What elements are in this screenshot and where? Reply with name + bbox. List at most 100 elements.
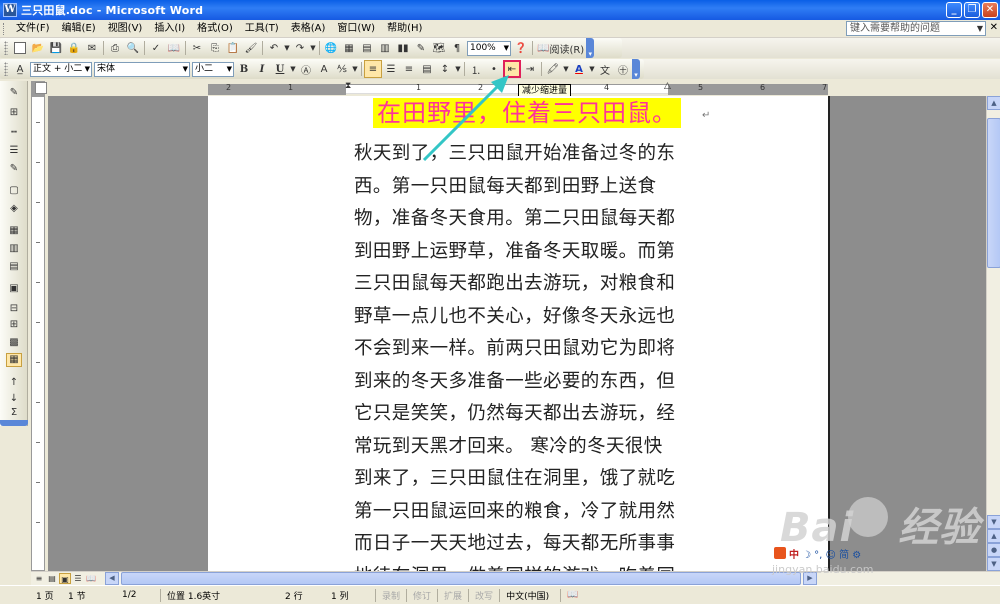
line-spacing-icon[interactable]: ↕	[436, 60, 454, 78]
paste-icon[interactable]: 📋	[224, 39, 242, 57]
document-close-button[interactable]: ✕	[990, 22, 998, 33]
print-layout-icon[interactable]: ▣	[59, 573, 71, 584]
menu-view[interactable]: 视图(V)	[102, 21, 149, 37]
reading-view-icon[interactable]: 📖	[85, 573, 97, 584]
chevron-down-icon[interactable]: ▼	[227, 63, 232, 76]
columns-icon[interactable]: ▮▮	[394, 39, 412, 57]
scroll-up-icon[interactable]: ▲	[987, 96, 1000, 110]
italic-button[interactable]: I	[253, 60, 271, 78]
minimize-button[interactable]: _	[946, 2, 962, 18]
close-button[interactable]: ✕	[982, 2, 998, 18]
maximize-button[interactable]: ❐	[964, 2, 980, 18]
email-icon[interactable]: ✉	[83, 39, 101, 57]
highlight-icon[interactable]: 🖍	[544, 60, 562, 78]
underline-button[interactable]: U	[271, 60, 289, 78]
spelling-icon[interactable]: ✓	[147, 39, 165, 57]
font-size-select[interactable]: 小二 ▼	[192, 61, 234, 77]
sort-descending-icon[interactable]: ↓	[6, 393, 22, 407]
decrease-indent-icon[interactable]: ⇤	[503, 60, 521, 78]
distributed-icon[interactable]: ▤	[418, 60, 436, 78]
chevron-down-icon[interactable]: ▼	[504, 42, 509, 55]
redo-icon[interactable]: ↷	[291, 39, 309, 57]
normal-view-icon[interactable]: ≡	[33, 573, 45, 584]
dashed-line-icon[interactable]: ┅	[6, 127, 22, 141]
menu-table[interactable]: 表格(A)	[285, 21, 332, 37]
vertical-scroll-thumb[interactable]	[987, 118, 1000, 268]
ime-toolbar[interactable]: 中 ☽ °, ☺ 简 ⚙	[774, 545, 861, 561]
status-overtype[interactable]: 改写	[469, 589, 499, 602]
status-extend[interactable]: 扩展	[438, 589, 468, 602]
right-indent-marker[interactable]: △	[664, 81, 671, 91]
help-icon[interactable]: ❓	[512, 39, 530, 57]
chevron-down-icon[interactable]: ▼	[183, 63, 188, 76]
toolbar-options-icon[interactable]: ▾	[586, 38, 595, 58]
chevron-down-icon[interactable]: ▼	[85, 63, 90, 76]
insert-table-icon[interactable]: ▤	[358, 39, 376, 57]
redo-dropdown-icon[interactable]: ▼	[309, 44, 317, 52]
ime-chinese-mode[interactable]: 中	[789, 546, 799, 561]
sort-ascending-icon[interactable]: ↑	[6, 377, 22, 391]
scroll-left-icon[interactable]: ◀	[105, 572, 119, 585]
hyperlink-icon[interactable]: 🌐	[322, 39, 340, 57]
bullets-icon[interactable]: •	[485, 60, 503, 78]
left-toolbar-options[interactable]	[0, 420, 28, 426]
border-color-icon[interactable]: ✎	[6, 163, 22, 177]
status-record[interactable]: 录制	[376, 589, 406, 602]
highlight-dropdown-icon[interactable]: ▼	[562, 65, 570, 73]
toolbar-grip[interactable]	[4, 41, 8, 55]
drawing-icon[interactable]: ✎	[412, 39, 430, 57]
text-line[interactable]: 到来了，三只田鼠住在洞里，饿了就吃	[354, 463, 675, 496]
font-color-icon[interactable]: A	[570, 60, 588, 78]
text-line[interactable]: 第一只田鼠运回来的粮食，冷了就用然	[354, 496, 675, 529]
spelling-status-icon[interactable]: 📖	[561, 590, 584, 600]
show-hide-icon[interactable]: ¶	[448, 39, 466, 57]
menu-window[interactable]: 窗口(W)	[331, 21, 381, 37]
fill-color-icon[interactable]: ◈	[6, 203, 22, 217]
status-track-changes[interactable]: 修订	[407, 589, 437, 602]
tables-borders-icon[interactable]: ▦	[340, 39, 358, 57]
zoom-select[interactable]: 100% ▼	[467, 40, 511, 56]
web-view-icon[interactable]: ▤	[46, 573, 58, 584]
border-box-icon[interactable]: ▢	[6, 185, 22, 199]
text-line[interactable]: 到田野上运野草，准备冬天取暖。而第	[354, 236, 675, 269]
menu-file[interactable]: 文件(F)	[10, 21, 56, 37]
align-center-icon[interactable]: ☰	[382, 60, 400, 78]
distribute-rows-icon[interactable]: ⊟	[6, 303, 22, 317]
align-justify-icon[interactable]: ≡	[364, 60, 382, 78]
cut-icon[interactable]: ✂	[188, 39, 206, 57]
document-map-icon[interactable]: 🗺	[430, 39, 448, 57]
text-line[interactable]: 常玩到天黑才回来。 寒冷的冬天很快	[354, 431, 674, 464]
ime-symbols[interactable]: ☽ °, ☺ 简 ⚙	[802, 546, 861, 561]
insert-excel-icon[interactable]: ▥	[376, 39, 394, 57]
research-icon[interactable]: 📖	[165, 39, 183, 57]
ruler-icon[interactable]: ⊞	[6, 107, 22, 121]
text-line[interactable]: 物，准备冬天食用。第二只田鼠每天都	[354, 203, 675, 236]
text-line[interactable]: 野草一点儿也不关心，好像冬天永远也	[354, 301, 675, 334]
text-line[interactable]: 三只田鼠每天都跑出去游玩，对粮食和	[354, 268, 675, 301]
split-cells-icon[interactable]: ▤	[6, 261, 22, 275]
edit-pencil-icon[interactable]: ✎	[6, 87, 22, 101]
table-grid-icon[interactable]: ▦	[6, 225, 22, 239]
toolbar-grip[interactable]	[4, 62, 8, 76]
character-scaling-icon[interactable]: ⅍	[333, 60, 351, 78]
scaling-dropdown-icon[interactable]: ▼	[351, 65, 359, 73]
menu-format[interactable]: 格式(O)	[191, 21, 239, 37]
outline-view-icon[interactable]: ☰	[72, 573, 84, 584]
increase-indent-icon[interactable]: ⇥	[521, 60, 539, 78]
phonetic-guide-icon[interactable]: 文	[596, 60, 614, 78]
menubar-grip[interactable]	[3, 22, 6, 35]
copy-icon[interactable]: ⎘	[206, 39, 224, 57]
autosum-icon[interactable]: Σ	[6, 407, 22, 421]
autoformat-icon[interactable]: ▩	[6, 337, 22, 351]
text-line[interactable]: 西。第一只田鼠每天都到田野上送食	[354, 171, 674, 204]
menu-edit[interactable]: 编辑(E)	[56, 21, 102, 37]
styles-formatting-icon[interactable]: A̲	[11, 60, 29, 78]
align-right-icon[interactable]: ≡	[400, 60, 418, 78]
permission-icon[interactable]: 🔒	[65, 39, 83, 57]
distribute-columns-icon[interactable]: ⊞	[6, 319, 22, 333]
enclose-characters-icon[interactable]: ㊉	[614, 60, 632, 78]
print-preview-icon[interactable]: 🔍	[124, 39, 142, 57]
text-line[interactable]: 它只是笑笑，仍然每天都出去游玩，经	[354, 398, 675, 431]
text-line[interactable]: 秋天到了，三只田鼠开始准备过冬的东	[354, 138, 675, 171]
undo-icon[interactable]: ↶	[265, 39, 283, 57]
